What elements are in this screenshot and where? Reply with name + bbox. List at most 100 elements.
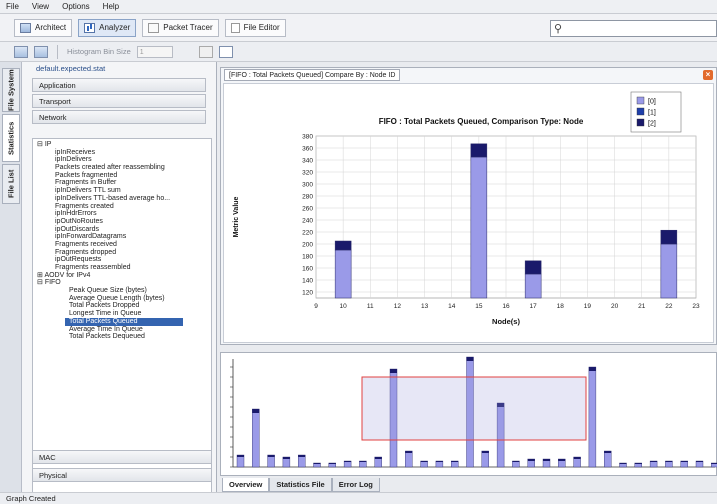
tree-item[interactable]: Average Queue Length (bytes) (33, 295, 211, 303)
tree-group[interactable]: ⊟ FIFO (33, 279, 211, 287)
analyzer-button[interactable]: Analyzer (78, 18, 137, 37)
tab-statistics[interactable]: Statistics (2, 114, 20, 162)
collapse-icon[interactable]: ⊟ (37, 279, 45, 286)
chart-panel: [FIFO : Total Packets Queued] Compare By… (220, 67, 717, 345)
y-tick-label: 300 (302, 182, 313, 189)
y-tick-label: 280 (302, 194, 313, 201)
category-physical[interactable]: Physical (32, 468, 212, 482)
overview-bar-cap (328, 463, 336, 464)
x-axis-label: Node(s) (492, 317, 520, 326)
tree-item[interactable]: Total Packets Dequeued (33, 333, 211, 341)
tree-item-label: IP (44, 141, 52, 148)
x-tick-label: 20 (611, 303, 619, 310)
analyzer-toolbar: Histogram Bin Size 1 (0, 42, 717, 62)
table-view-icon[interactable] (198, 45, 213, 58)
tree-item[interactable]: ipOutRequests (33, 256, 211, 264)
collapse-icon[interactable]: ⊟ (37, 141, 45, 148)
overview-bar (588, 366, 597, 468)
y-tick-label: 360 (302, 146, 313, 153)
category-transport[interactable]: Transport (32, 94, 206, 108)
tree-item[interactable]: Average Time In Queue (33, 326, 211, 334)
tree-item[interactable]: ipInReceives (33, 149, 211, 157)
y-tick-label: 160 (302, 266, 313, 273)
tree-item[interactable]: Packets fragmented (33, 172, 211, 180)
search-input[interactable]: ⚲ (550, 20, 717, 37)
tree-item[interactable]: Fragments dropped (33, 249, 211, 257)
tab-file-list[interactable]: File List (2, 164, 20, 204)
overview-bar-cap (481, 451, 489, 453)
tree-item[interactable]: Longest Time in Queue (33, 310, 211, 318)
tree-group[interactable]: ⊟ IP (33, 141, 211, 149)
file-editor-button[interactable]: File Editor (224, 18, 286, 37)
menu-view[interactable]: View (32, 2, 49, 11)
tree-item-label: ipInReceives (55, 148, 96, 156)
bar-0 (334, 249, 352, 299)
overview-bar-cap (390, 369, 397, 373)
histogram-bin-size-input[interactable]: 1 (136, 45, 173, 58)
tree-group[interactable]: ⊞ AODV for IPv4 (33, 272, 211, 280)
tree-item[interactable]: Fragments in Buffer (33, 179, 211, 187)
overview-bar (481, 450, 489, 468)
overview-bar-cap (267, 455, 275, 457)
x-tick-label: 17 (530, 303, 538, 310)
architect-button[interactable]: Architect (14, 18, 73, 37)
close-file-icon[interactable] (34, 45, 48, 58)
x-tick-label: 11 (367, 303, 374, 310)
tab-statistics-file[interactable]: Statistics File (269, 478, 332, 492)
tree-item[interactable]: Total Packets Queued (65, 317, 183, 326)
packet-tracer-button[interactable]: Packet Tracer (142, 18, 219, 37)
overview-bar-cap (711, 463, 717, 464)
overview-bar-cap (451, 461, 459, 462)
tree-item-label: ipOutDiscards (55, 225, 99, 233)
y-tick-label: 260 (302, 206, 313, 213)
menu-options[interactable]: Options (62, 2, 90, 11)
tree-item[interactable]: ipOutNoRoutes (33, 218, 211, 226)
tree-item[interactable]: Peak Queue Size (bytes) (33, 287, 211, 295)
overview-bar-cap (512, 461, 520, 462)
legend-swatch (636, 96, 645, 105)
y-tick-label: 380 (302, 134, 313, 141)
menu-help[interactable]: Help (103, 2, 119, 11)
x-tick-label: 19 (584, 303, 592, 310)
tree-item[interactable]: Fragments created (33, 203, 211, 211)
tree-item[interactable]: ipInDelivers TTL sum (33, 187, 211, 195)
overview-bar-cap (466, 357, 474, 361)
category-network[interactable]: Network (32, 110, 206, 124)
category-mac[interactable]: MAC (32, 450, 212, 464)
bar-2 (334, 240, 352, 251)
architect-label: Architect (35, 23, 67, 32)
tree-item-label: Peak Queue Size (bytes) (69, 287, 147, 295)
overview-bar-cap (588, 367, 596, 371)
category-application[interactable]: Application (32, 78, 206, 92)
tree-item-label: ipInHdrErrors (55, 210, 97, 218)
tree-item[interactable]: ipInDelivers TTL-based average ho... (33, 195, 211, 203)
open-folder-icon[interactable] (14, 45, 28, 58)
tree-item-label: ipOutNoRoutes (55, 217, 103, 225)
close-icon[interactable]: × (703, 70, 713, 80)
tree-item[interactable]: Fragments reassembled (33, 264, 211, 272)
menu-file[interactable]: File (6, 2, 19, 11)
chart-area: 120 140 160 180 200 220 240 260 280 300 320 340 360 3… (223, 83, 714, 343)
tree-item[interactable]: Total Packets Dropped (33, 302, 211, 310)
tab-overview[interactable]: Overview (222, 478, 270, 492)
stat-file-name[interactable]: default.expected.stat (22, 62, 216, 76)
overview-bar-cap (313, 463, 321, 464)
tree-item-label: Packets fragmented (55, 171, 118, 179)
tab-error-log[interactable]: Error Log (331, 478, 380, 492)
tree-item[interactable]: ipOutDiscards (33, 226, 211, 234)
x-tick-label: 22 (665, 303, 673, 310)
graph-view-icon[interactable] (218, 45, 233, 58)
tree-item[interactable]: ipInDelivers (33, 156, 211, 164)
bar-2 (660, 229, 678, 245)
x-tick-label: 23 (692, 303, 700, 310)
tree-item[interactable]: Packets created after reassembling (33, 164, 211, 172)
chart-tab-title[interactable]: [FIFO : Total Packets Queued] Compare By… (224, 69, 401, 81)
tab-file-system[interactable]: File System (2, 68, 20, 112)
overview-bar-cap (420, 461, 428, 462)
status-bar: Graph Created (0, 492, 717, 504)
y-axis-label: Metric Value (233, 196, 240, 237)
tree-item[interactable]: Fragments received (33, 241, 211, 249)
toolbar-separator (57, 44, 58, 59)
tree-item[interactable]: ipInHdrErrors (33, 210, 211, 218)
tree-item[interactable]: ipInForwardDatagrams (33, 233, 211, 241)
